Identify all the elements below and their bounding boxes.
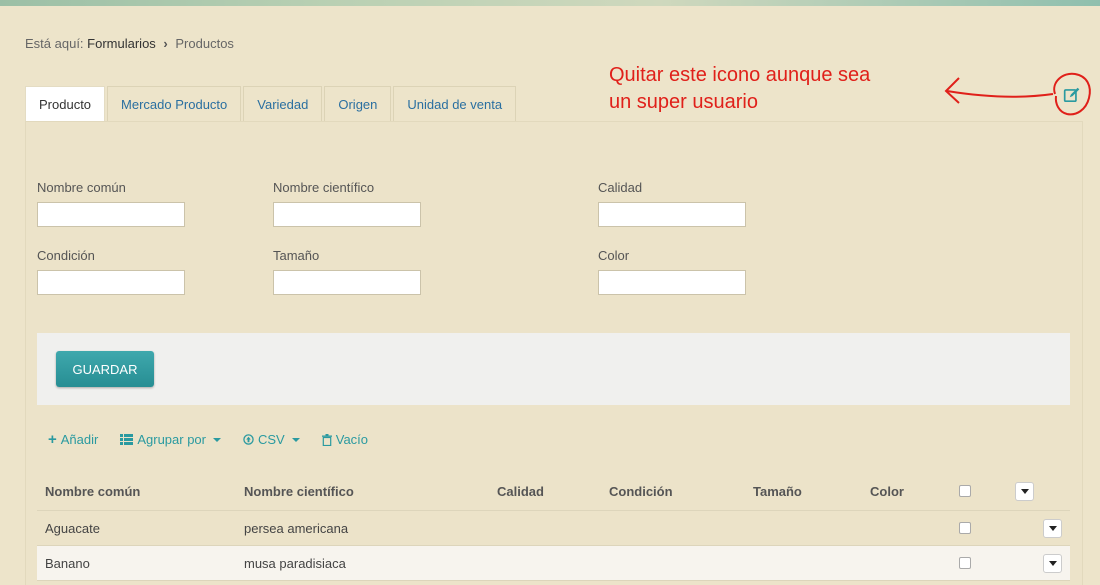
- calidad-input[interactable]: [598, 202, 746, 227]
- producto-panel: Nombre común Nombre científico Calidad C…: [25, 121, 1083, 585]
- group-by-button[interactable]: Agrupar por: [120, 431, 221, 448]
- add-label: Añadir: [60, 432, 99, 447]
- caret-down-icon: [1048, 525, 1057, 531]
- field-color: Color: [598, 248, 746, 295]
- field-calidad: Calidad: [598, 180, 746, 227]
- tab-origen[interactable]: Origen: [324, 86, 392, 122]
- row-checkbox-cell: [959, 546, 971, 580]
- select-all-checkbox[interactable]: [959, 485, 971, 497]
- upload-circle-icon: [243, 434, 254, 445]
- breadcrumb-item-productos: Productos: [175, 36, 234, 51]
- nombre-comun-label: Nombre común: [37, 180, 126, 195]
- row-checkbox-cell: [959, 511, 971, 545]
- annotation-line-2: un super usuario: [609, 91, 758, 113]
- header-calidad[interactable]: Calidad: [497, 472, 544, 510]
- empty-label: Vacío: [335, 432, 369, 447]
- cell-nombre-cientifico: persea americana: [244, 520, 349, 536]
- condicion-input[interactable]: [37, 270, 185, 295]
- cell-nombre-cientifico: musa paradisiaca: [244, 555, 346, 571]
- tamano-label: Tamaño: [273, 248, 320, 263]
- nombre-comun-input[interactable]: [37, 202, 185, 227]
- header-nombre-comun[interactable]: Nombre común: [45, 472, 140, 510]
- plus-icon: +: [48, 431, 57, 448]
- breadcrumb-prefix: Está aquí:: [25, 36, 84, 51]
- nombre-cientifico-input[interactable]: [273, 202, 421, 227]
- row-checkbox[interactable]: [959, 557, 971, 569]
- field-tamano: Tamaño: [273, 248, 421, 295]
- trash-icon: [321, 433, 332, 446]
- caret-down-icon: [291, 437, 300, 442]
- table-row[interactable]: Aguacate persea americana: [37, 511, 1070, 546]
- condicion-label: Condición: [37, 248, 95, 263]
- chevron-right-icon: ›: [163, 36, 168, 51]
- tab-unidad-de-venta[interactable]: Unidad de venta: [393, 86, 517, 122]
- red-annotation-text: Quitar este icono aunque sea un super us…: [609, 62, 929, 116]
- table-row[interactable]: Banano musa paradisiaca: [37, 546, 1070, 581]
- group-by-label: Agrupar por: [137, 432, 206, 447]
- products-table: Nombre común Nombre científico Calidad C…: [37, 472, 1070, 581]
- nombre-cientifico-label: Nombre científico: [273, 180, 375, 195]
- select-all-checkbox-cell: [959, 472, 971, 510]
- color-input[interactable]: [598, 270, 746, 295]
- row-checkbox[interactable]: [959, 522, 971, 534]
- caret-down-icon: [1048, 560, 1057, 566]
- calidad-label: Calidad: [598, 180, 643, 195]
- list-toolbar: + Añadir Agrupar por CSV Vacío: [48, 431, 368, 448]
- csv-label: CSV: [258, 432, 285, 447]
- header-color[interactable]: Color: [870, 472, 904, 510]
- save-bar: GUARDAR: [37, 333, 1070, 405]
- column-menu-button[interactable]: [1015, 481, 1034, 501]
- table-header-row: Nombre común Nombre científico Calidad C…: [37, 472, 1070, 511]
- edit-icon[interactable]: [1063, 86, 1081, 104]
- row-menu-button[interactable]: [1043, 518, 1062, 538]
- annotation-line-1: Quitar este icono aunque sea: [609, 64, 871, 86]
- breadcrumb-item-formularios[interactable]: Formularios: [87, 36, 156, 51]
- field-condicion: Condición: [37, 248, 185, 295]
- column-menu-cell: [1015, 472, 1034, 510]
- list-icon: [120, 434, 134, 445]
- tab-producto[interactable]: Producto: [25, 86, 106, 122]
- header-condicion[interactable]: Condición: [609, 472, 673, 510]
- tab-bar: Producto Mercado Producto Variedad Orige…: [25, 86, 518, 122]
- header-tamano[interactable]: Tamaño: [753, 472, 802, 510]
- add-button[interactable]: + Añadir: [48, 431, 98, 448]
- top-decorative-band: [0, 0, 1100, 6]
- color-label: Color: [598, 248, 630, 263]
- breadcrumb: Está aquí: Formularios › Productos: [25, 36, 234, 51]
- row-menu-cell: [1043, 546, 1062, 580]
- csv-button[interactable]: CSV: [243, 431, 300, 448]
- tab-variedad[interactable]: Variedad: [243, 86, 323, 122]
- cell-nombre-comun: Banano: [45, 555, 90, 571]
- row-menu-cell: [1043, 511, 1062, 545]
- field-nombre-comun: Nombre común: [37, 180, 185, 227]
- tab-mercado-producto[interactable]: Mercado Producto: [107, 86, 242, 122]
- cell-nombre-comun: Aguacate: [45, 520, 100, 536]
- save-button[interactable]: GUARDAR: [56, 351, 154, 387]
- empty-button[interactable]: Vacío: [321, 431, 369, 448]
- row-menu-button[interactable]: [1043, 553, 1062, 573]
- caret-down-icon: [213, 437, 221, 442]
- field-nombre-cientifico: Nombre científico: [273, 180, 421, 227]
- tamano-input[interactable]: [273, 270, 421, 295]
- caret-down-icon: [1020, 488, 1029, 494]
- header-nombre-cientifico[interactable]: Nombre científico: [244, 472, 354, 510]
